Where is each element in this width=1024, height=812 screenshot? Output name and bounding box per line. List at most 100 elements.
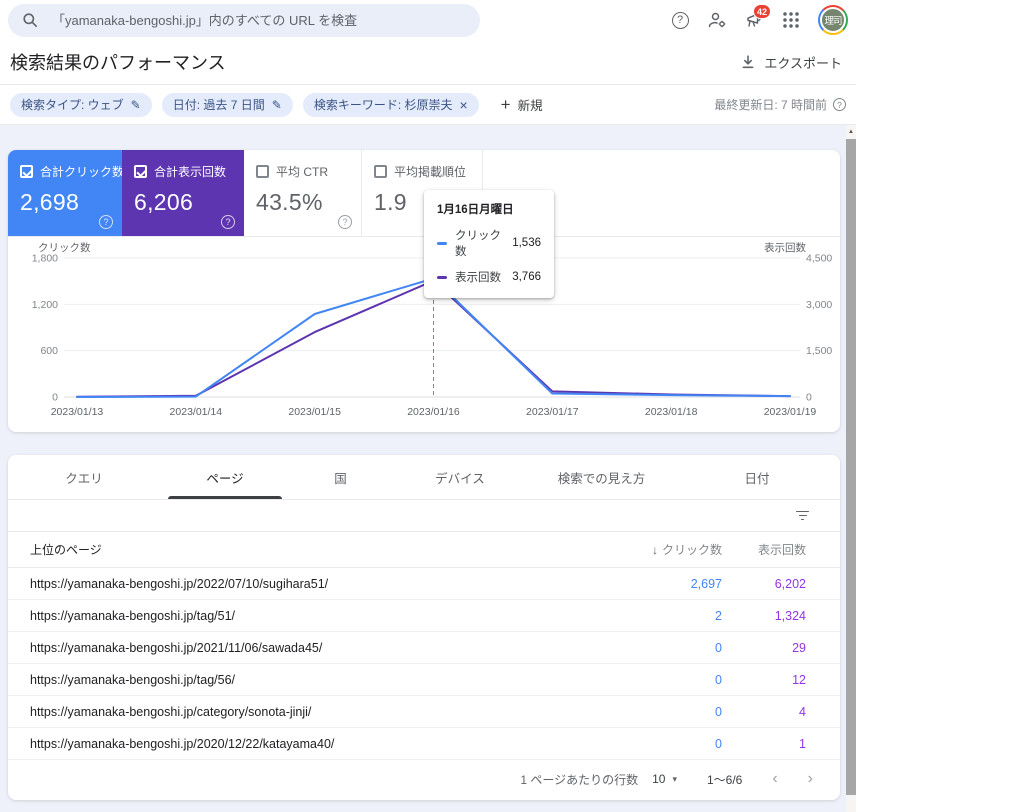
- scrollbar-thumb[interactable]: [846, 139, 856, 795]
- dimension-tabs: クエリ ページ 国 デバイス 検索での見え方 日付: [8, 455, 840, 500]
- vertical-scrollbar[interactable]: ▲: [846, 125, 856, 812]
- checkbox-checked-icon[interactable]: [134, 165, 147, 178]
- tab-dates[interactable]: 日付: [674, 455, 840, 499]
- tab-pages[interactable]: ページ: [160, 455, 290, 499]
- svg-text:2023/01/19: 2023/01/19: [764, 406, 817, 418]
- page-url[interactable]: https://yamanaka-bengoshi.jp/2020/12/22/…: [8, 737, 602, 751]
- help-circle-icon[interactable]: ?: [99, 215, 113, 229]
- table-row[interactable]: https://yamanaka-bengoshi.jp/2020/12/22/…: [8, 728, 840, 760]
- sort-desc-icon: ↓: [652, 543, 658, 557]
- last-updated-text: 最終更新日: 7 時間前: [714, 96, 827, 113]
- metric-label: 合計表示回数: [154, 163, 226, 180]
- rows-per-page-value: 10: [652, 772, 665, 786]
- account-avatar[interactable]: 理司: [818, 5, 848, 35]
- metric-label: 平均 CTR: [276, 163, 328, 180]
- clicks-value: 2,697: [602, 577, 722, 591]
- svg-text:4,500: 4,500: [806, 253, 832, 265]
- tab-queries[interactable]: クエリ: [8, 455, 160, 499]
- page-url[interactable]: https://yamanaka-bengoshi.jp/2022/07/10/…: [8, 577, 602, 591]
- page-url[interactable]: https://yamanaka-bengoshi.jp/2021/11/06/…: [8, 641, 602, 655]
- impressions-value: 1,324: [722, 609, 840, 623]
- page-url[interactable]: https://yamanaka-bengoshi.jp/tag/51/: [8, 609, 602, 623]
- metric-label: 合計クリック数: [40, 163, 124, 180]
- tab-devices[interactable]: デバイス: [391, 455, 529, 499]
- filter-chip-date[interactable]: 日付: 過去 7 日間 ✎: [162, 93, 293, 117]
- impressions-value: 29: [722, 641, 840, 655]
- table-filter-row: [8, 500, 840, 532]
- impressions-value: 1: [722, 737, 840, 751]
- svg-text:2023/01/16: 2023/01/16: [407, 406, 460, 418]
- export-label: エクスポート: [764, 53, 842, 72]
- impressions-value: 12: [722, 673, 840, 687]
- svg-text:1,800: 1,800: [32, 253, 58, 265]
- user-settings-icon: [707, 10, 727, 30]
- scrollbar-up-icon[interactable]: ▲: [846, 125, 856, 139]
- metric-tile-avg-ctr[interactable]: 平均 CTR 43.5% ?: [244, 150, 362, 236]
- table-row[interactable]: https://yamanaka-bengoshi.jp/2022/07/10/…: [8, 568, 840, 600]
- new-filter-button[interactable]: + 新規: [501, 95, 543, 114]
- filter-chip-search-type[interactable]: 検索タイプ: ウェブ ✎: [10, 93, 152, 117]
- filter-icon[interactable]: [792, 507, 813, 525]
- page-url[interactable]: https://yamanaka-bengoshi.jp/category/so…: [8, 705, 602, 719]
- table-row[interactable]: https://yamanaka-bengoshi.jp/tag/56/ 0 1…: [8, 664, 840, 696]
- performance-chart-card: 合計クリック数 2,698 ? 合計表示回数 6,206 ?: [8, 150, 840, 432]
- metric-tile-total-clicks[interactable]: 合計クリック数 2,698 ?: [8, 150, 122, 236]
- svg-text:3,000: 3,000: [806, 299, 832, 311]
- page-title: 検索結果のパフォーマンス: [10, 49, 226, 75]
- tooltip-label: クリック数: [455, 227, 504, 259]
- search-icon: [22, 12, 38, 28]
- tab-countries[interactable]: 国: [290, 455, 391, 499]
- chevron-left-icon[interactable]: ‹: [772, 771, 777, 787]
- column-header-pages[interactable]: 上位のページ: [8, 541, 602, 558]
- new-filter-label: 新規: [518, 95, 543, 114]
- rows-per-page-select[interactable]: 10 ▾: [652, 772, 677, 786]
- table-row[interactable]: https://yamanaka-bengoshi.jp/category/so…: [8, 696, 840, 728]
- url-inspect-searchbox[interactable]: [8, 4, 480, 37]
- clicks-value: 0: [602, 641, 722, 655]
- tooltip-value: 3,766: [512, 271, 541, 283]
- close-icon[interactable]: ×: [459, 98, 467, 112]
- tab-label: デバイス: [435, 468, 485, 487]
- help-circle-icon[interactable]: ?: [338, 215, 352, 229]
- table-row[interactable]: https://yamanaka-bengoshi.jp/tag/51/ 2 1…: [8, 600, 840, 632]
- impressions-series-swatch: [437, 276, 447, 279]
- chevron-right-icon[interactable]: ›: [808, 771, 813, 787]
- page-url[interactable]: https://yamanaka-bengoshi.jp/tag/56/: [8, 673, 602, 687]
- svg-text:1,500: 1,500: [806, 345, 832, 357]
- download-icon: [741, 55, 755, 69]
- table-header-row: 上位のページ ↓クリック数 表示回数: [8, 532, 840, 568]
- metric-value: 6,206: [134, 189, 232, 216]
- svg-text:0: 0: [52, 392, 58, 404]
- clicks-series-swatch: [437, 242, 447, 245]
- help-button[interactable]: ?: [670, 10, 690, 30]
- tooltip-row-impressions: 表示回数 3,766: [437, 269, 541, 285]
- checkbox-checked-icon[interactable]: [20, 165, 33, 178]
- tooltip-row-clicks: クリック数 1,536: [437, 227, 541, 259]
- tooltip-label: 表示回数: [455, 269, 504, 285]
- filter-chip-query[interactable]: 検索キーワード: 杉原崇夫 ×: [303, 93, 479, 117]
- table-row[interactable]: https://yamanaka-bengoshi.jp/2021/11/06/…: [8, 632, 840, 664]
- svg-text:2023/01/17: 2023/01/17: [526, 406, 579, 418]
- edit-icon: ✎: [272, 98, 282, 112]
- tab-search-appearance[interactable]: 検索での見え方: [529, 455, 674, 499]
- tab-label: 検索での見え方: [558, 468, 646, 487]
- clicks-value: 0: [602, 737, 722, 751]
- svg-text:2023/01/18: 2023/01/18: [645, 406, 698, 418]
- help-circle-icon[interactable]: ?: [221, 215, 235, 229]
- notifications-button[interactable]: 42: [744, 10, 764, 30]
- user-settings-button[interactable]: [707, 10, 727, 30]
- column-header-clicks[interactable]: ↓クリック数: [602, 541, 722, 558]
- metric-tile-total-impressions[interactable]: 合計表示回数 6,206 ?: [122, 150, 244, 236]
- column-header-impressions[interactable]: 表示回数: [722, 541, 840, 558]
- tab-label: 日付: [744, 468, 769, 487]
- checkbox-unchecked-icon[interactable]: [256, 165, 269, 178]
- table-pagination: 1 ページあたりの行数 10 ▾ 1～6/6 ‹ ›: [8, 760, 840, 798]
- tooltip-value: 1,536: [512, 237, 541, 249]
- apps-grid-button[interactable]: [781, 10, 801, 30]
- impressions-value: 4: [722, 705, 840, 719]
- export-button[interactable]: エクスポート: [741, 53, 842, 72]
- help-icon: ?: [672, 12, 689, 29]
- search-input[interactable]: [52, 13, 466, 28]
- checkbox-unchecked-icon[interactable]: [374, 165, 387, 178]
- info-icon[interactable]: ?: [833, 98, 846, 111]
